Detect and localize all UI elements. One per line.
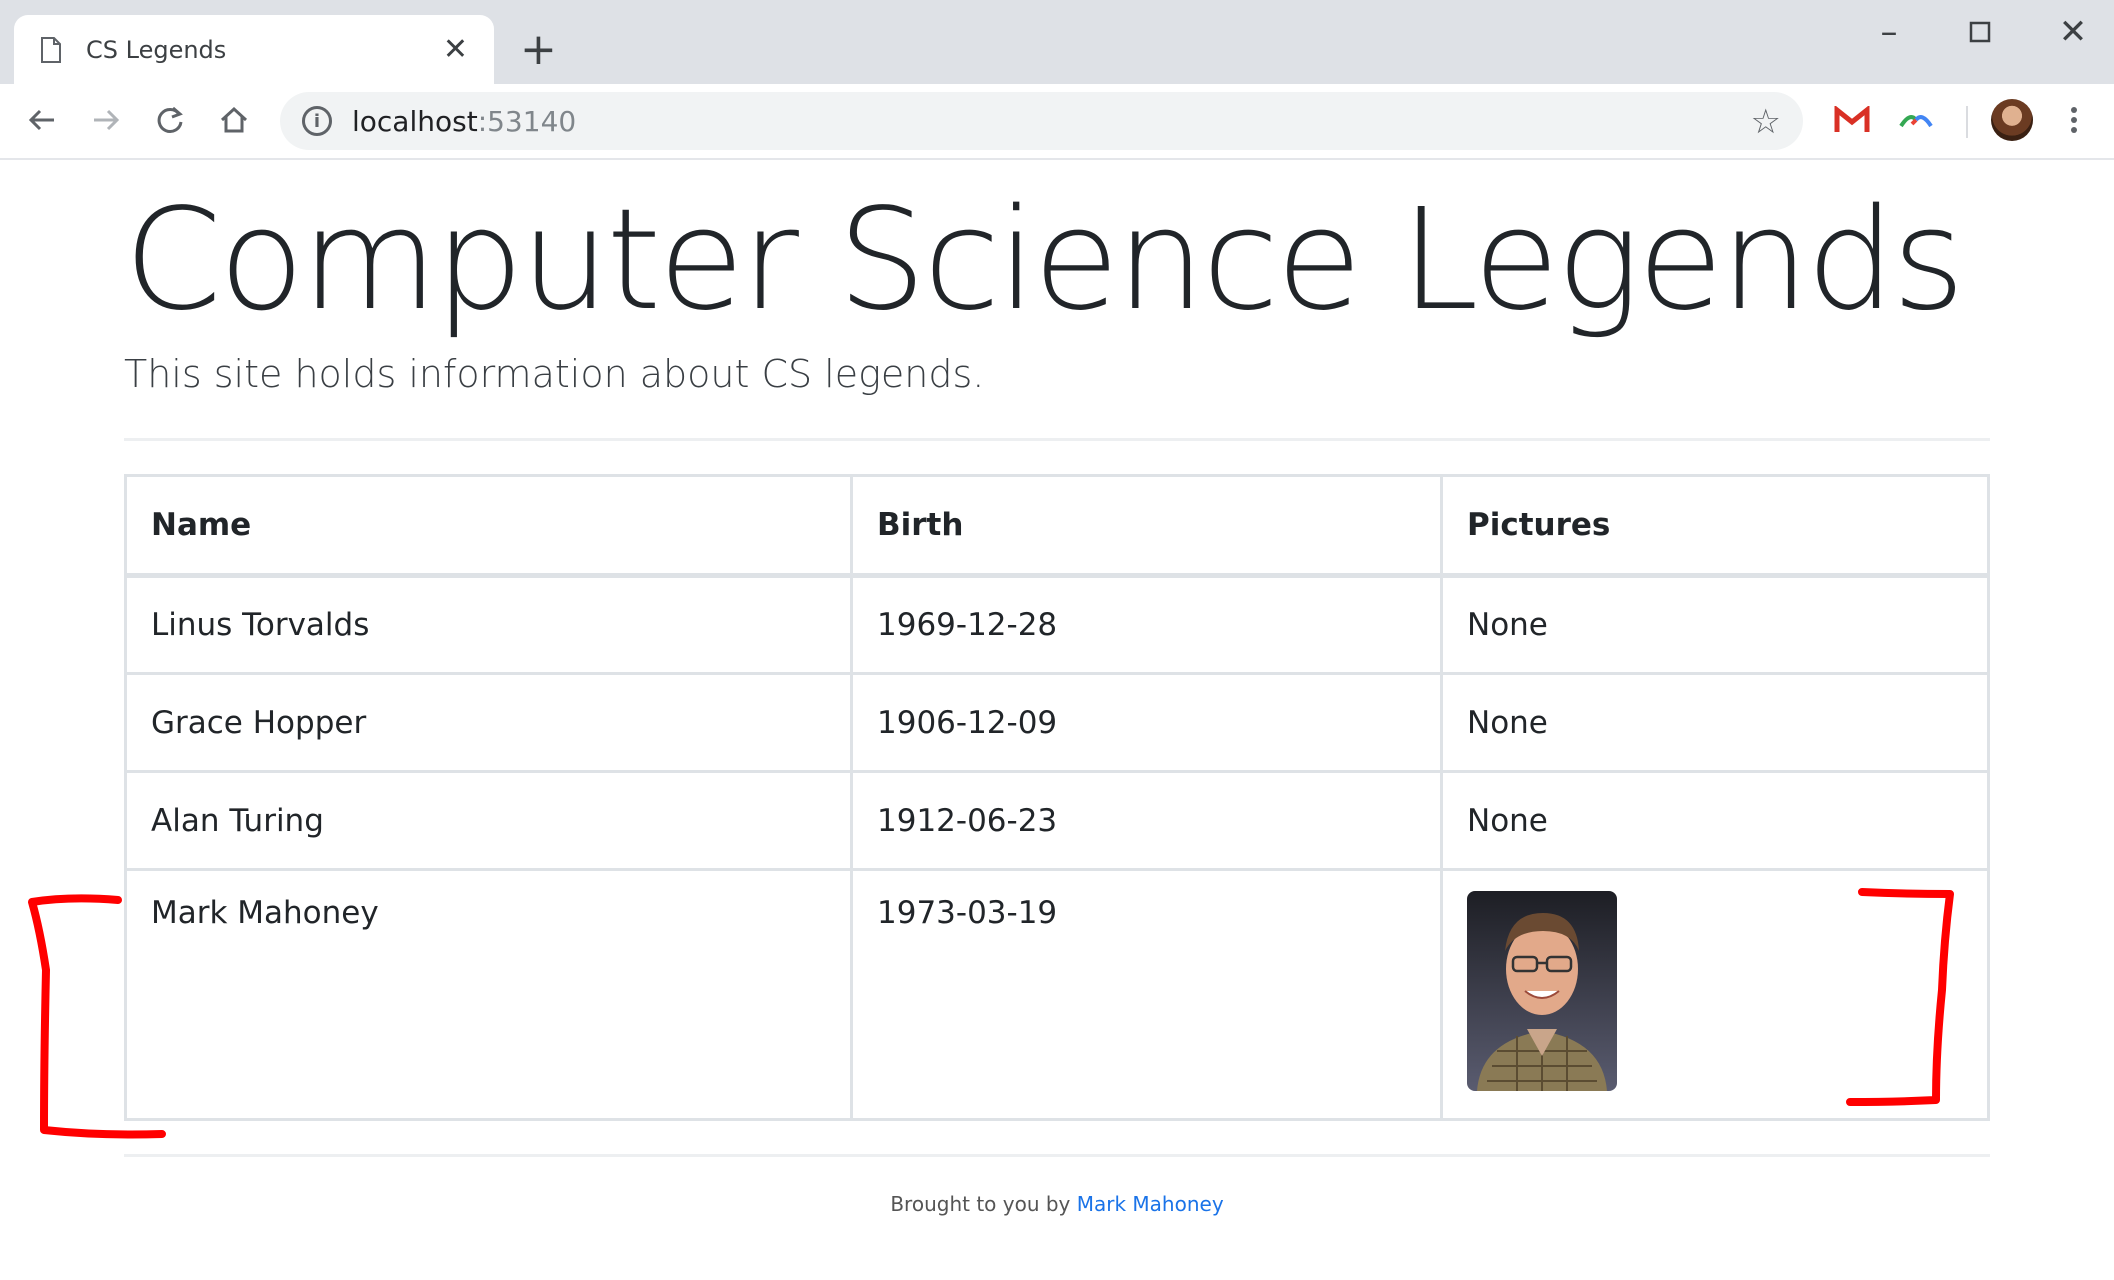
back-icon[interactable] xyxy=(16,94,68,146)
toolbar-separator xyxy=(1966,106,1968,138)
page-icon xyxy=(41,36,61,63)
tab-title: CS Legends xyxy=(86,35,227,64)
cell-name: Grace Hopper xyxy=(124,672,853,773)
header-birth: Birth xyxy=(850,474,1443,577)
cell-picture: None xyxy=(1440,574,1990,675)
right-annotation-bracket xyxy=(1846,888,1954,1106)
table-row: Grace Hopper 1906-12-09 None xyxy=(124,672,1990,773)
reload-icon[interactable] xyxy=(144,94,196,146)
cell-name: Alan Turing xyxy=(124,770,853,871)
table-row: Linus Torvalds 1969-12-28 None xyxy=(124,574,1990,675)
table-row: Mark Mahoney 1973-03-19 xyxy=(124,868,1990,1121)
cell-birth: 1912-06-23 xyxy=(850,770,1443,871)
close-icon[interactable]: ✕ xyxy=(443,34,468,65)
url-port: :53140 xyxy=(477,104,577,138)
cell-name: Linus Torvalds xyxy=(124,574,853,675)
browser-toolbar: i localhost :53140 ☆ xyxy=(0,84,2114,160)
maximize-icon[interactable] xyxy=(1955,12,2005,52)
window-close-icon[interactable]: ✕ xyxy=(2048,12,2098,52)
legends-table: Name Birth Pictures Linus Torvalds 1969-… xyxy=(124,474,1990,1121)
gmail-icon[interactable] xyxy=(1828,96,1876,144)
footer: Brought to you by Mark Mahoney xyxy=(0,1192,2114,1216)
profile-avatar[interactable] xyxy=(1988,96,2036,144)
minimize-icon[interactable]: – xyxy=(1864,12,1914,52)
forward-icon[interactable] xyxy=(80,94,132,146)
page-lead: This site holds information about CS leg… xyxy=(124,352,985,396)
page-title: Computer Science Legends xyxy=(124,179,1965,342)
cell-picture: None xyxy=(1440,672,1990,773)
cell-birth: 1973-03-19 xyxy=(850,868,1443,1121)
menu-icon[interactable] xyxy=(2050,96,2098,144)
left-annotation-bracket xyxy=(28,894,166,1139)
tab-strip: CS Legends ✕ + – ✕ xyxy=(0,0,2114,84)
cell-picture: None xyxy=(1440,770,1990,871)
address-bar[interactable]: i localhost :53140 ☆ xyxy=(280,92,1803,150)
browser-tab[interactable]: CS Legends ✕ xyxy=(14,15,494,84)
cell-birth: 1906-12-09 xyxy=(850,672,1443,773)
new-tab-button[interactable]: + xyxy=(520,22,557,78)
divider xyxy=(124,438,1990,441)
header-pictures: Pictures xyxy=(1440,474,1990,577)
cell-name: Mark Mahoney xyxy=(124,868,853,1121)
cell-birth: 1969-12-28 xyxy=(850,574,1443,675)
url-host: localhost xyxy=(352,104,478,138)
person-photo xyxy=(1467,891,1617,1091)
header-name: Name xyxy=(124,474,853,577)
footer-author-link[interactable]: Mark Mahoney xyxy=(1077,1192,1224,1216)
footer-text: Brought to you by xyxy=(890,1192,1071,1216)
info-icon[interactable]: i xyxy=(302,106,332,136)
extension-icon[interactable] xyxy=(1892,96,1940,144)
star-icon[interactable]: ☆ xyxy=(1751,102,1781,142)
home-icon[interactable] xyxy=(208,94,260,146)
table-row: Alan Turing 1912-06-23 None xyxy=(124,770,1990,871)
table-header-row: Name Birth Pictures xyxy=(124,474,1990,577)
page-content: Computer Science Legends This site holds… xyxy=(0,162,2114,1280)
divider xyxy=(124,1154,1990,1157)
